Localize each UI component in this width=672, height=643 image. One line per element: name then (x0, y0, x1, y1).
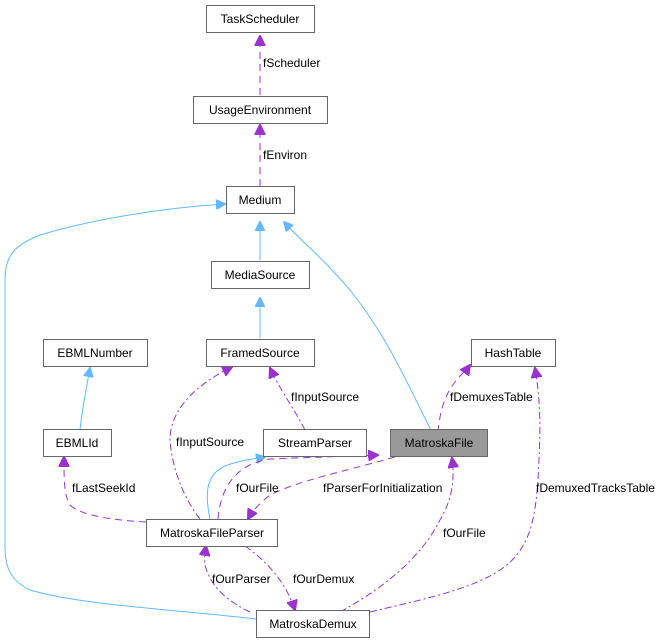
node-matroskafileparser[interactable]: MatroskaFileParser (146, 519, 278, 547)
label-fdemuxestable: fDemuxesTable (450, 390, 533, 404)
label-fenviron: fEnviron (263, 148, 307, 162)
node-label: EBMLId (56, 436, 99, 450)
label-fourfile-demux: fOurFile (443, 526, 486, 540)
node-label: HashTable (485, 346, 542, 360)
node-framedsource[interactable]: FramedSource (206, 339, 315, 367)
node-label: MatroskaFileParser (160, 526, 264, 540)
label-fourparser: fOurParser (212, 572, 271, 586)
node-matroskademux[interactable]: MatroskaDemux (256, 610, 370, 638)
node-mediasource[interactable]: MediaSource (211, 261, 310, 289)
node-label: MatroskaFile (405, 436, 474, 450)
node-streamparser[interactable]: StreamParser (263, 429, 367, 457)
node-label: StreamParser (278, 436, 352, 450)
node-label: EBMLNumber (57, 346, 132, 360)
node-ebmlid[interactable]: EBMLId (43, 429, 112, 457)
collaboration-graph: fScheduler fEnviron fInputSource fInputS… (4, 5, 655, 638)
node-label: FramedSource (220, 346, 300, 360)
edge-ebmlid-ebmlnumber (79, 368, 90, 431)
label-fdemuxedtrackstable: fDemuxedTracksTable (536, 481, 655, 495)
node-taskscheduler[interactable]: TaskScheduler (206, 5, 315, 33)
node-label: Medium (239, 193, 282, 207)
label-finputsource-stream: fInputSource (291, 390, 359, 404)
node-label: UsageEnvironment (209, 103, 312, 117)
label-fourdemux: fOurDemux (293, 572, 354, 586)
label-finputsource-parser: fInputSource (176, 435, 244, 449)
node-label: MatroskaDemux (269, 617, 356, 631)
node-usageenvironment[interactable]: UsageEnvironment (193, 96, 328, 124)
label-fourfile-parser: fOurFile (236, 481, 279, 495)
node-ebmlnumber[interactable]: EBMLNumber (43, 339, 148, 367)
node-label: MediaSource (225, 268, 296, 282)
label-fparserforinitialization: fParserForInitialization (323, 481, 442, 495)
label-fscheduler: fScheduler (263, 56, 320, 70)
node-medium[interactable]: Medium (226, 186, 295, 214)
node-matroskafile[interactable]: MatroskaFile (390, 429, 488, 457)
label-flastseekid: fLastSeekId (72, 481, 135, 495)
node-label: TaskScheduler (221, 12, 300, 26)
node-hashtable[interactable]: HashTable (471, 339, 556, 367)
